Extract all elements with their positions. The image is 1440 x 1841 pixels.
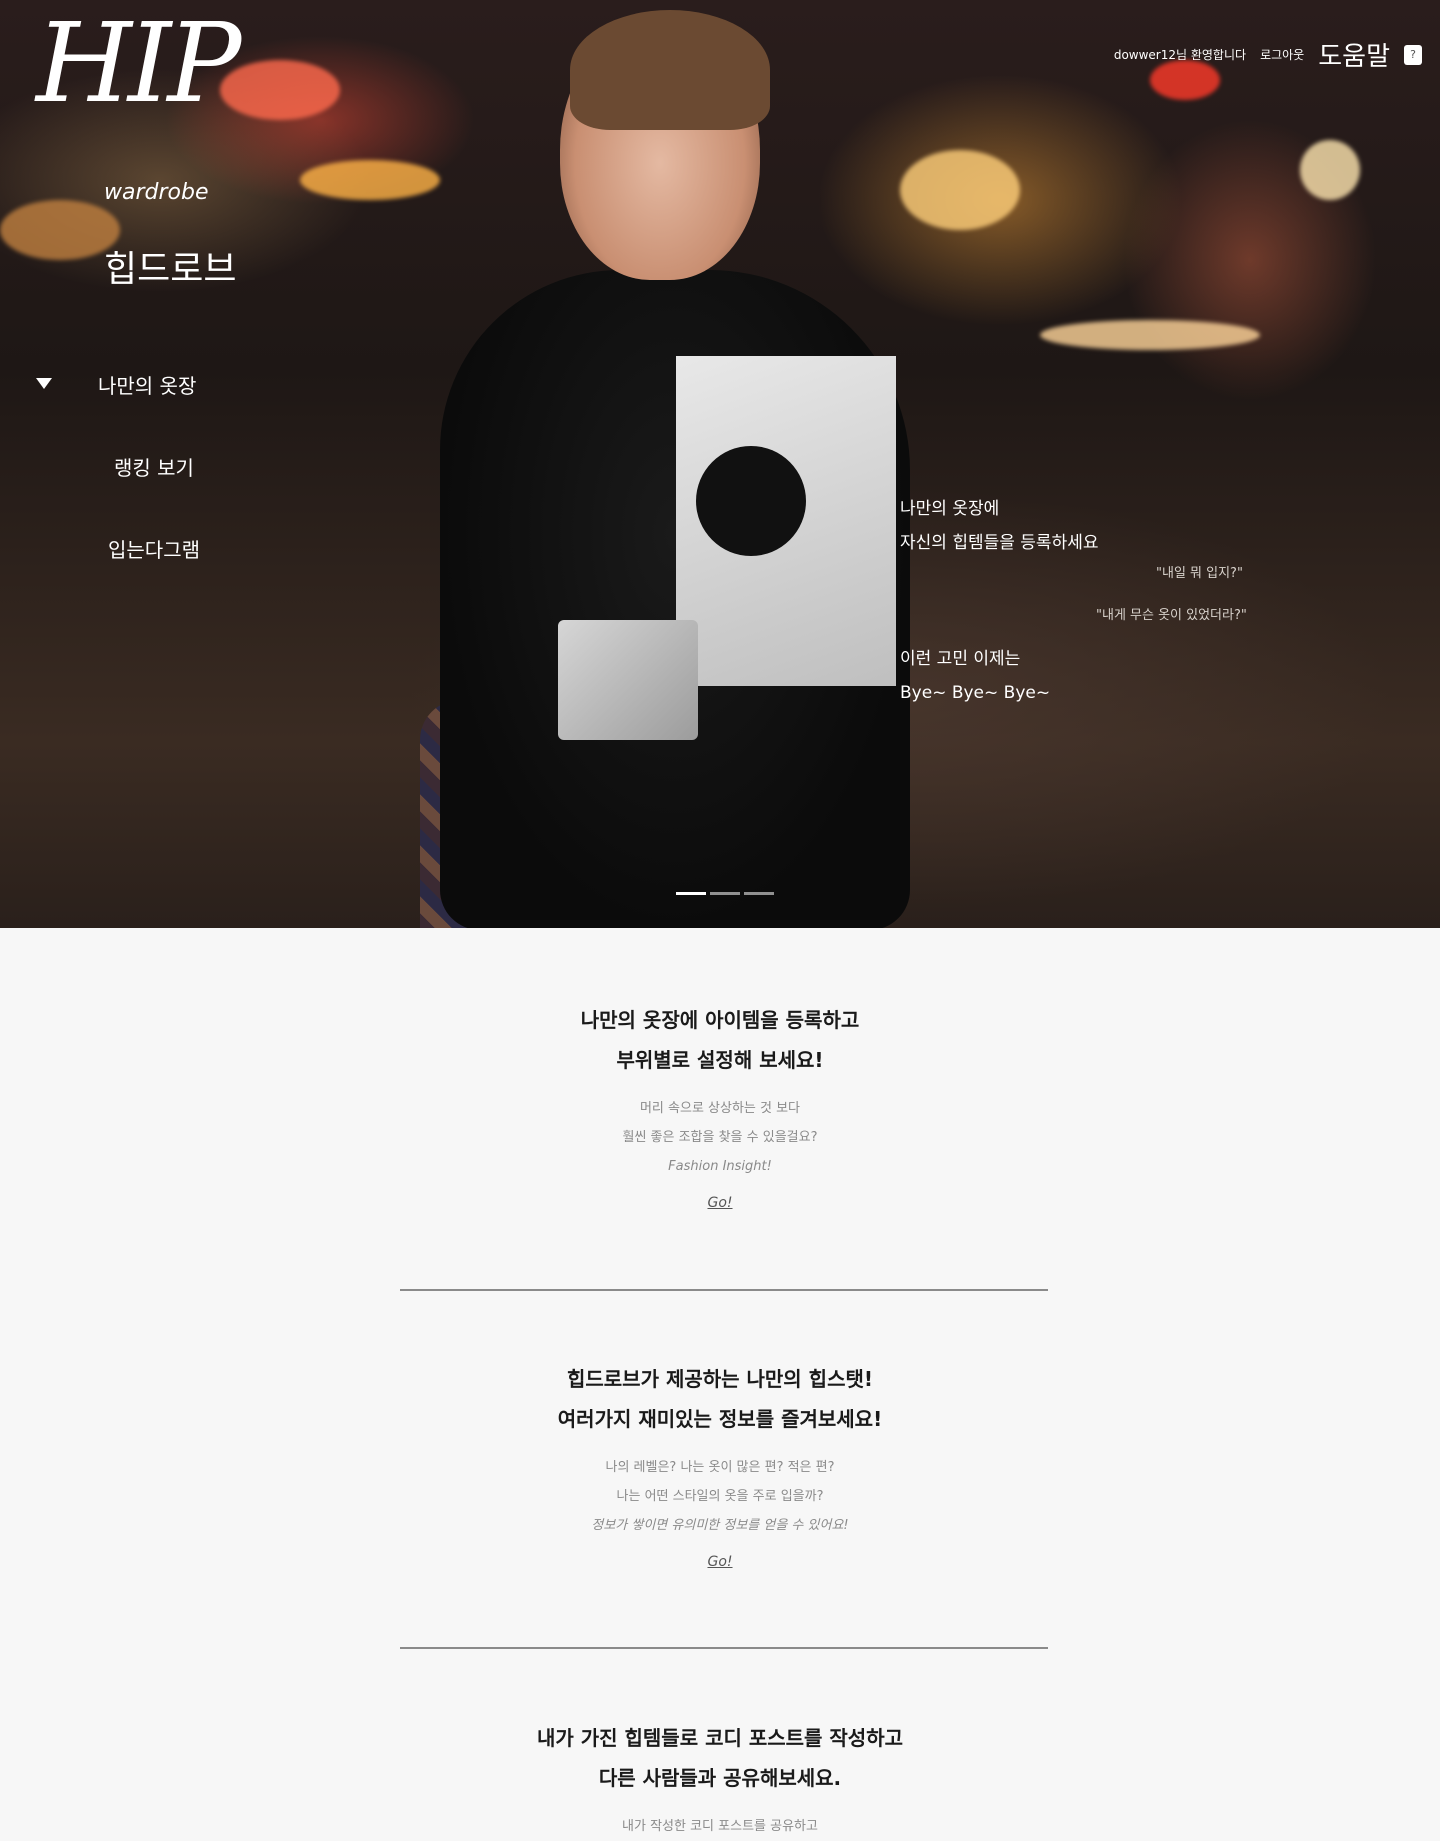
section-description: 머리 속으로 상상하는 것 보다 훨씬 좋은 조합을 찾을 수 있을걸요? Fa… (0, 1094, 1440, 1181)
slide-dot[interactable] (676, 892, 706, 895)
hero-quote: "내게 무슨 옷이 있었더라?" (1096, 608, 1247, 623)
section-title: 여러가지 재미있는 정보를 즐겨보세요! (557, 1407, 883, 1431)
welcome-text: dowwer12님 환영합니다 (1113, 48, 1247, 62)
model-hair (570, 10, 770, 130)
bokeh-light (0, 200, 120, 260)
model-bag (558, 620, 698, 740)
section-description: 나의 레벨은? 나는 옷이 많은 편? 적은 편? 나는 어떤 스타일의 옷을 … (0, 1453, 1440, 1540)
feature-section-wardrobe: 나만의 옷장에 아이템을 등록하고 부위별로 설정해 보세요! 머리 속으로 상… (0, 1000, 1440, 1211)
bokeh-light (220, 60, 340, 120)
go-link-wardrobe[interactable]: Go! (707, 1195, 732, 1211)
help-icon[interactable]: ? (1404, 44, 1422, 65)
bokeh-light (900, 150, 1020, 230)
hero-line: 자신의 힙템들을 등록하세요 (900, 533, 1099, 553)
hero-line: 나만의 옷장에 (900, 499, 1000, 519)
section-divider (400, 1647, 1048, 1649)
bokeh-light (1040, 320, 1260, 350)
hero-quote: "내일 뭐 입지?" (1156, 566, 1243, 581)
desc-line: 정보가 쌓이면 유의미한 정보를 얻을 수 있어요! (591, 1518, 849, 1533)
slide-indicators (676, 892, 774, 895)
triangle-down-icon (36, 378, 52, 389)
hero-copy: 나만의 옷장에 자신의 힙템들을 등록하세요 "내일 뭐 입지?" "내게 무슨… (900, 492, 1247, 703)
slide-dot[interactable] (710, 892, 740, 895)
logout-link[interactable]: 로그아웃 (1260, 46, 1304, 63)
hero-line: Bye~ Bye~ Bye~ (900, 683, 1051, 703)
desc-line: 머리 속으로 상상하는 것 보다 (639, 1101, 801, 1116)
desc-line: 나의 레벨은? 나는 옷이 많은 편? 적은 편? (605, 1460, 835, 1475)
slide-dot[interactable] (744, 892, 774, 895)
desc-line: 내가 작성한 코디 포스트를 공유하고 (622, 1819, 818, 1834)
section-title: 힙드로브가 제공하는 나만의 힙스탯! (566, 1367, 873, 1391)
section-title: 다른 사람들과 공유해보세요. (598, 1766, 842, 1790)
section-title: 부위별로 설정해 보세요! (616, 1048, 824, 1072)
section-divider (400, 1289, 1048, 1291)
bokeh-light (300, 160, 440, 200)
desc-line: Fashion Insight! (668, 1159, 772, 1174)
feature-section-post: 내가 가진 힙템들로 코디 포스트를 작성하고 다른 사람들과 공유해보세요. … (0, 1718, 1440, 1841)
help-link[interactable]: 도움말 (1318, 36, 1390, 73)
side-nav-ipneundagram[interactable]: 입는다그램 (108, 534, 200, 563)
hero-banner: HIP wardrobe 힙드로브 나만의 옷장 랭킹 보기 입는다그램 dow… (0, 0, 1440, 928)
sweatshirt-print (676, 356, 896, 686)
logo-wardrobe: wardrobe (104, 180, 209, 205)
hero-line: 이런 고민 이제는 (900, 649, 1021, 669)
section-title: 내가 가진 힙템들로 코디 포스트를 작성하고 (536, 1726, 903, 1750)
side-nav-my-wardrobe[interactable]: 나만의 옷장 (98, 370, 196, 399)
feature-section-hipstat: 힙드로브가 제공하는 나만의 힙스탯! 여러가지 재미있는 정보를 즐겨보세요!… (0, 1359, 1440, 1570)
side-nav-ranking[interactable]: 랭킹 보기 (114, 452, 194, 481)
section-title: 나만의 옷장에 아이템을 등록하고 (580, 1008, 860, 1032)
top-nav: dowwer12님 환영합니다 로그아웃 도움말 ? (1114, 36, 1422, 73)
bokeh-light (1300, 140, 1360, 200)
desc-line: 나는 어떤 스타일의 옷을 주로 입을까? (616, 1489, 824, 1504)
logo-hip[interactable]: HIP (36, 8, 241, 118)
desc-line: 훨씬 좋은 조합을 찾을 수 있을걸요? (622, 1130, 818, 1145)
logo-korean: 힙드로브 (104, 249, 237, 290)
section-description: 내가 작성한 코디 포스트를 공유하고 (0, 1812, 1440, 1841)
go-link-hipstat[interactable]: Go! (707, 1554, 732, 1570)
